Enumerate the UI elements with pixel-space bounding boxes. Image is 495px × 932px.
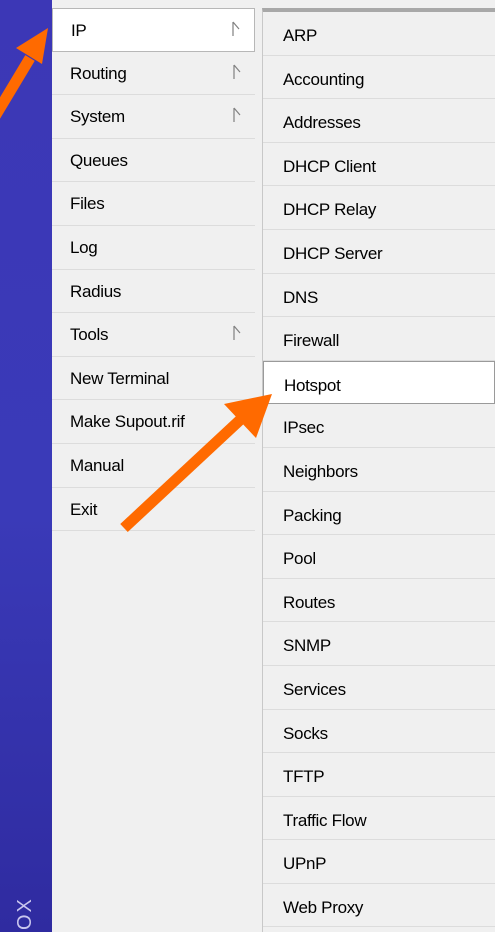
submenu-item-label: DNS <box>283 287 318 307</box>
menu-item-exit[interactable]: Exit <box>52 488 255 532</box>
submenu-item-label: Web Proxy <box>283 897 364 917</box>
ip-submenu: ARP Accounting Addresses DHCP Client DHC… <box>262 8 495 932</box>
submenu-arrow-icon <box>233 64 241 79</box>
submenu-item-label: Traffic Flow <box>283 810 367 830</box>
submenu-item-traffic-flow[interactable]: Traffic Flow <box>263 797 495 841</box>
submenu-arrow-icon <box>233 325 241 341</box>
submenu-item-pool[interactable]: Pool <box>263 535 495 579</box>
submenu-item-label: SNMP <box>283 636 331 656</box>
submenu-item-label: Addresses <box>283 113 361 133</box>
submenu-item-firewall[interactable]: Firewall <box>263 317 495 361</box>
submenu-item-label: Hotspot <box>284 375 341 395</box>
menu-item-label: Log <box>70 237 98 257</box>
submenu-item-arp[interactable]: ARP <box>263 12 495 56</box>
menu-item-log[interactable]: Log <box>52 226 255 270</box>
submenu-item-routes[interactable]: Routes <box>263 579 495 623</box>
submenu-item-hotspot[interactable]: Hotspot <box>263 360 495 405</box>
submenu-item-packing[interactable]: Packing <box>263 492 495 536</box>
submenu-item-snmp[interactable]: SNMP <box>263 622 495 666</box>
submenu-item-accounting[interactable]: Accounting <box>263 56 495 100</box>
menu-item-label: Make Supout.rif <box>70 412 185 432</box>
winbox-sidebar-band: OX <box>0 0 52 932</box>
submenu-item-services[interactable]: Services <box>263 666 495 710</box>
submenu-item-ipsec[interactable]: IPsec <box>263 404 495 448</box>
submenu-item-label: DHCP Server <box>283 243 383 263</box>
menu-item-label: Files <box>70 194 105 214</box>
submenu-item-socks[interactable]: Socks <box>263 710 495 754</box>
brand-text: OX <box>14 897 36 930</box>
menu-item-label: Queues <box>70 150 128 170</box>
submenu-item-neighbors[interactable]: Neighbors <box>263 448 495 492</box>
submenu-item-label: Pool <box>283 549 316 569</box>
submenu-item-label: Firewall <box>283 331 340 351</box>
submenu-item-label: Socks <box>283 723 328 743</box>
main-menu: IP Routing System Queues Files Log Radiu… <box>52 8 255 532</box>
submenu-item-label: ARP <box>283 26 318 45</box>
menu-item-radius[interactable]: Radius <box>52 270 255 314</box>
submenu-item-upnp[interactable]: UPnP <box>263 840 495 884</box>
submenu-item-tftp[interactable]: TFTP <box>263 753 495 797</box>
submenu-item-label: DHCP Relay <box>283 200 377 220</box>
submenu-item-dhcp-relay[interactable]: DHCP Relay <box>263 186 495 230</box>
submenu-item-label: DHCP Client <box>283 156 376 176</box>
submenu-item-dhcp-client[interactable]: DHCP Client <box>263 143 495 187</box>
submenu-item-label: Neighbors <box>283 461 358 481</box>
menu-item-label: Exit <box>70 499 98 519</box>
submenu-item-addresses[interactable]: Addresses <box>263 99 495 143</box>
menu-item-new-terminal[interactable]: New Terminal <box>52 357 255 401</box>
menu-item-manual[interactable]: Manual <box>52 444 255 488</box>
menu-item-label: Radius <box>70 281 122 301</box>
submenu-item-label: IPsec <box>283 418 325 438</box>
submenu-arrow-icon <box>232 21 240 36</box>
menu-item-label: New Terminal <box>70 368 170 388</box>
menu-item-files[interactable]: Files <box>52 182 255 226</box>
menu-item-label: IP <box>71 21 87 40</box>
menu-item-label: Tools <box>70 325 109 345</box>
winbox-menu-screen: OX IP Routing System Queues Files Log Ra… <box>0 0 495 932</box>
submenu-item-dns[interactable]: DNS <box>263 274 495 318</box>
menu-item-tools[interactable]: Tools <box>52 313 255 357</box>
submenu-item-label: Routes <box>283 592 336 612</box>
submenu-item-label: Accounting <box>283 69 365 89</box>
menu-item-queues[interactable]: Queues <box>52 139 255 183</box>
menu-item-make-supout[interactable]: Make Supout.rif <box>52 400 255 444</box>
menu-item-label: Manual <box>70 455 124 475</box>
submenu-arrow-icon <box>233 107 241 123</box>
menu-item-routing[interactable]: Routing <box>52 52 255 96</box>
menu-item-label: Routing <box>70 63 127 83</box>
submenu-item-label: UPnP <box>283 854 327 874</box>
submenu-item-dhcp-server[interactable]: DHCP Server <box>263 230 495 274</box>
submenu-item-label: Packing <box>283 505 342 525</box>
menu-item-system[interactable]: System <box>52 95 255 139</box>
submenu-item-label: Services <box>283 679 346 699</box>
submenu-item-label: TFTP <box>283 767 325 787</box>
menu-item-ip[interactable]: IP <box>52 8 255 52</box>
submenu-item-web-proxy[interactable]: Web Proxy <box>263 884 495 928</box>
menu-item-label: System <box>70 107 125 127</box>
